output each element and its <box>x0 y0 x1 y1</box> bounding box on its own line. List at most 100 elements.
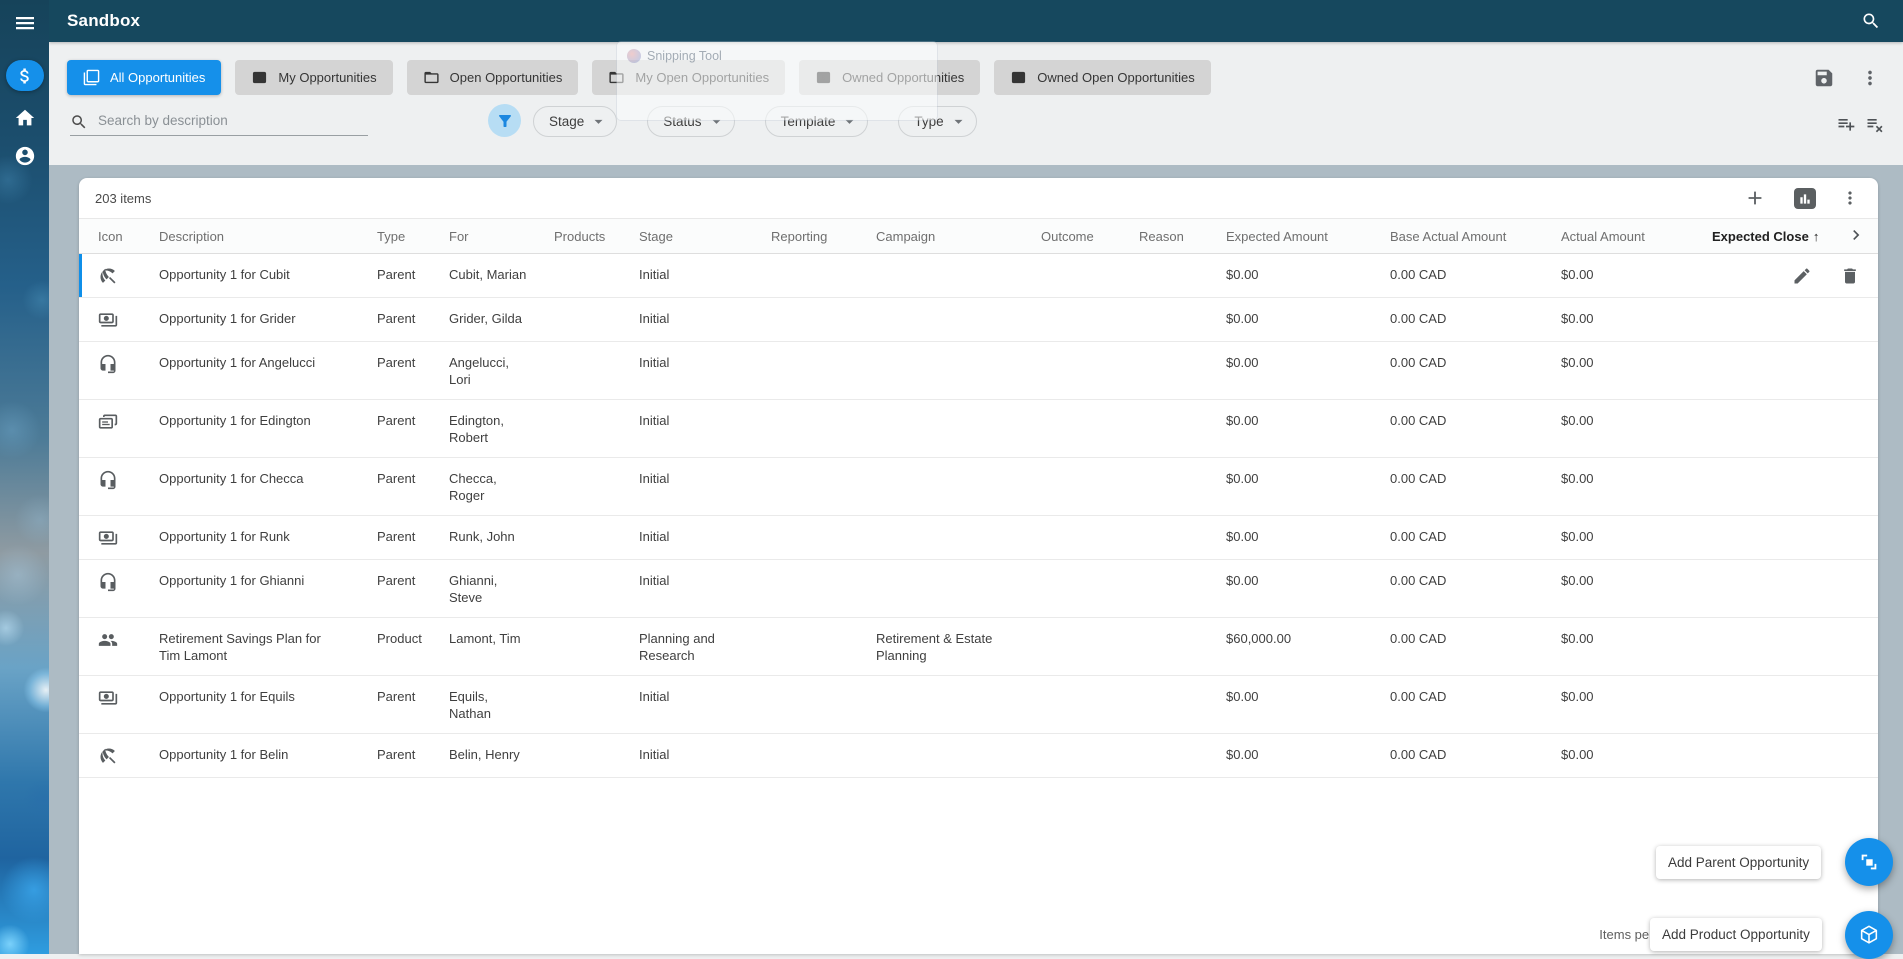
filter-funnel-button[interactable] <box>488 104 521 137</box>
cell-campaign <box>876 310 1041 330</box>
column-header-expected-amount[interactable]: Expected Amount <box>1226 229 1390 244</box>
edit-row-button[interactable] <box>1792 266 1812 286</box>
column-header-icon[interactable]: Icon <box>98 229 159 244</box>
cell-for: Angelucci, Lori <box>449 355 509 387</box>
table-row[interactable]: Opportunity 1 for Ghianni Parent Ghianni, … <box>79 560 1878 618</box>
filter-dropdown-stage[interactable]: Stage <box>533 106 618 137</box>
page-title: Sandbox <box>67 11 141 30</box>
column-header-type[interactable]: Type <box>377 229 449 244</box>
cell-type: Parent <box>377 689 416 704</box>
cell-reporting <box>771 528 876 548</box>
table-row[interactable]: Opportunity 1 for Belin Parent Belin, Henr… <box>79 734 1878 778</box>
table-row[interactable]: Opportunity 1 for Checca Parent Checca, Ro… <box>79 458 1878 516</box>
cell-expected-amount: $0.00 <box>1226 311 1259 326</box>
view-tab-owned-open-opportunities[interactable]: $ Owned Open Opportunities <box>994 60 1211 95</box>
cell-products <box>554 470 639 504</box>
playlist-remove-button[interactable] <box>1865 114 1885 134</box>
sidebar-item-home[interactable] <box>14 107 36 129</box>
cell-for: Belin, Henry <box>449 747 520 762</box>
folder-icon <box>423 69 440 86</box>
view-tab-open-opportunities[interactable]: Open Opportunities <box>406 60 579 95</box>
filter-dropdown-type[interactable]: Type <box>898 106 977 137</box>
cell-base-actual-amount: 0.00 CAD <box>1390 311 1447 326</box>
caret-down-icon <box>840 112 859 131</box>
filter-dropdown-status[interactable]: Status <box>647 106 735 137</box>
pencil-icon <box>1792 266 1812 286</box>
column-header-stage[interactable]: Stage <box>639 229 771 244</box>
cell-actual-amount: $0.00 <box>1561 747 1594 762</box>
cell-outcome <box>1041 470 1139 504</box>
cell-description: Opportunity 1 for Equils <box>159 689 295 704</box>
cell-outcome <box>1041 310 1139 330</box>
view-tab-label: Open Opportunities <box>449 70 563 85</box>
sidebar-item-account[interactable] <box>14 145 36 167</box>
column-header-reporting[interactable]: Reporting <box>771 229 876 244</box>
search-field-icon <box>70 113 88 131</box>
cell-description: Opportunity 1 for Runk <box>159 529 290 544</box>
table-row[interactable]: Opportunity 1 for Angelucci Parent Angeluc… <box>79 342 1878 400</box>
table-row[interactable]: Opportunity 1 for Edington Parent Edington… <box>79 400 1878 458</box>
delete-row-button[interactable] <box>1840 266 1860 286</box>
umbrella-icon <box>98 266 159 286</box>
add-product-opportunity-fab[interactable] <box>1845 911 1893 959</box>
bar-chart-icon <box>1798 192 1812 206</box>
view-tab-label: Owned Opportunities <box>842 70 965 85</box>
add-parent-opportunity-fab[interactable] <box>1845 838 1893 886</box>
column-header-for[interactable]: For <box>449 229 554 244</box>
cell-outcome <box>1041 354 1139 388</box>
card-more-button[interactable] <box>1840 188 1858 208</box>
column-header-products[interactable]: Products <box>554 229 639 244</box>
column-header-campaign[interactable]: Campaign <box>876 229 1041 244</box>
playlist-add-button[interactable] <box>1836 114 1856 134</box>
view-tab-owned-opportunities[interactable]: $ Owned Opportunities <box>799 60 981 95</box>
view-tab-my-open-opportunities[interactable]: My Open Opportunities <box>592 60 786 95</box>
column-header-outcome[interactable]: Outcome <box>1041 229 1139 244</box>
cell-reason <box>1139 528 1226 548</box>
dollar-icon <box>15 66 35 86</box>
cell-outcome <box>1041 412 1139 446</box>
table-row[interactable]: Opportunity 1 for Equils Parent Equils, Na… <box>79 676 1878 734</box>
cell-outcome <box>1041 746 1139 766</box>
cell-expected-close <box>1712 572 1878 606</box>
cell-actual-amount: $0.00 <box>1561 529 1594 544</box>
columns-scroll-right-button[interactable] <box>1846 225 1866 245</box>
column-header-actual-amount[interactable]: Actual Amount <box>1561 229 1712 244</box>
search-box <box>70 108 370 138</box>
cell-description: Opportunity 1 for Angelucci <box>159 355 316 370</box>
sidebar-item-menu[interactable] <box>13 11 37 31</box>
column-header-description[interactable]: Description <box>159 229 377 244</box>
cell-reporting <box>771 412 876 446</box>
search-icon[interactable] <box>1861 11 1881 31</box>
save-view-button[interactable] <box>1813 67 1835 89</box>
table-row[interactable]: Opportunity 1 for Cubit Parent Cubit, Mari… <box>79 254 1878 298</box>
cell-reporting <box>771 470 876 504</box>
dollar-box-icon: $ <box>251 69 268 86</box>
add-item-button[interactable] <box>1744 187 1766 209</box>
dollar-box-icon: $ <box>1010 69 1027 86</box>
cell-actual-amount: $0.00 <box>1561 631 1594 646</box>
view-tab-all-opportunities[interactable]: All Opportunities <box>67 60 222 95</box>
table-row[interactable]: Opportunity 1 for Runk Parent Runk, John In… <box>79 516 1878 560</box>
cell-for: Checca, Roger <box>449 471 497 503</box>
cell-reason <box>1139 470 1226 504</box>
tooltip-add-product-opportunity: Add Product Opportunity <box>1650 918 1822 951</box>
cell-campaign <box>876 528 1041 548</box>
table-row[interactable]: Opportunity 1 for Grider Parent Grider, Gi… <box>79 298 1878 342</box>
search-input[interactable] <box>70 108 368 136</box>
view-tab-my-opportunities[interactable]: $ My Opportunities <box>235 60 393 95</box>
sidebar-item-opportunities[interactable] <box>5 60 44 91</box>
filter-dropdown-template[interactable]: Template <box>764 106 869 137</box>
cell-expected-close <box>1712 746 1878 766</box>
parent-opportunity-icon <box>1858 851 1880 873</box>
more-options-button[interactable] <box>1859 67 1879 89</box>
table-row[interactable]: Retirement Savings Plan for Tim Lamont Pr… <box>79 618 1878 676</box>
dollar-box-icon: $ <box>815 69 832 86</box>
column-header-reason[interactable]: Reason <box>1139 229 1226 244</box>
column-header-base-actual-amount[interactable]: Base Actual Amount <box>1390 229 1561 244</box>
cell-campaign <box>876 746 1041 766</box>
chart-view-toggle[interactable] <box>1794 188 1816 209</box>
cell-expected-amount: $0.00 <box>1226 747 1259 762</box>
person-icon <box>14 145 36 167</box>
cell-actual-amount: $0.00 <box>1561 267 1594 282</box>
cell-expected-close <box>1712 310 1878 330</box>
